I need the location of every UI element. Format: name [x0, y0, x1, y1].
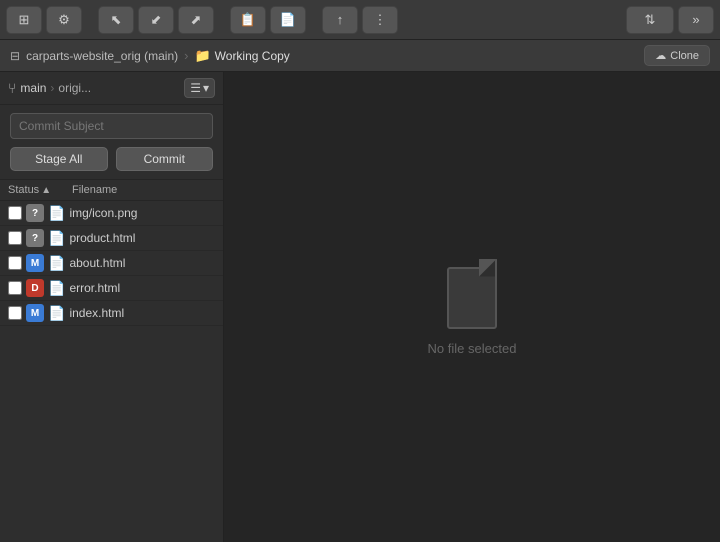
toolbar-vcs-group: ⬉ ⬋ ⬈	[98, 6, 214, 34]
fetch-icon: ⬉	[111, 12, 122, 28]
branch-dropdown-icon: ▾	[203, 81, 209, 95]
file-checkbox[interactable]	[8, 281, 22, 295]
settings-icon: ⊞	[19, 12, 30, 28]
left-panel: ⑂ main › origi... ☰ ▾ Stage All Commit S…	[0, 72, 224, 542]
commit-area: Stage All Commit	[0, 105, 223, 180]
file-placeholder-icon	[442, 259, 502, 329]
status-badge: D	[26, 279, 44, 297]
status-badge: ?	[26, 229, 44, 247]
tools-button[interactable]: ⚙	[46, 6, 82, 34]
file-checkbox[interactable]	[8, 206, 22, 220]
file-checkbox[interactable]	[8, 256, 22, 270]
branch-menu-button[interactable]: ☰ ▾	[184, 78, 215, 98]
fetch-button[interactable]: ⬉	[98, 6, 134, 34]
file-name: product.html	[69, 231, 135, 245]
file-type-icon: 📄	[48, 305, 65, 322]
pull-icon: ⬋	[151, 12, 162, 28]
commit-button[interactable]: Commit	[116, 147, 214, 171]
unstage-icon: 📄	[280, 12, 296, 28]
repo-breadcrumb[interactable]: carparts-website_orig (main)	[26, 49, 178, 63]
commit-action-button[interactable]: ↑	[322, 6, 358, 34]
folder-icon: 📁	[194, 48, 210, 64]
branch-icon: ⑂	[8, 80, 16, 96]
file-type-icon: 📄	[48, 280, 65, 297]
toolbar-commit-group: ↑ ⋮	[322, 6, 398, 34]
sort-arrow-icon: ▲	[41, 185, 51, 196]
status-badge: M	[26, 254, 44, 272]
working-copy-breadcrumb[interactable]: 📁 Working Copy	[194, 48, 289, 64]
file-checkbox[interactable]	[8, 231, 22, 245]
file-name: error.html	[69, 281, 120, 295]
branch-bar: ⑂ main › origi... ☰ ▾	[0, 72, 223, 105]
file-name: img/icon.png	[69, 206, 137, 220]
breadcrumb-separator: ›	[184, 48, 188, 63]
status-badge: M	[26, 304, 44, 322]
tools-icon: ⚙	[58, 12, 70, 28]
file-type-icon: 📄	[48, 255, 65, 272]
pull-button[interactable]: ⬋	[138, 6, 174, 34]
cloud-icon: ☁	[655, 49, 666, 62]
no-file-selected-state: No file selected	[428, 259, 517, 356]
toolbar-left-group: ⊞ ⚙	[6, 6, 82, 34]
stage-button[interactable]: 📋	[230, 6, 266, 34]
no-file-label: No file selected	[428, 341, 517, 356]
branch-name[interactable]: main	[20, 81, 46, 95]
unstage-button[interactable]: 📄	[270, 6, 306, 34]
more-button[interactable]: ⋮	[362, 6, 398, 34]
sort-icon: ⇅	[645, 12, 656, 28]
toolbar-stage-group: 📋 📄	[230, 6, 306, 34]
sort-button[interactable]: ⇅	[626, 6, 674, 34]
file-table: Status ▲ Filename ? 📄 img/icon.png ? 📄 p…	[0, 180, 223, 542]
branch-separator: ›	[50, 81, 54, 95]
settings-button[interactable]: ⊞	[6, 6, 42, 34]
file-type-icon: 📄	[48, 230, 65, 247]
branch-origin: origi...	[58, 81, 91, 95]
table-row[interactable]: ? 📄 product.html	[0, 226, 223, 251]
filename-column-header: Filename	[72, 184, 117, 196]
status-badge: ?	[26, 204, 44, 222]
file-name: about.html	[69, 256, 125, 270]
table-row[interactable]: M 📄 index.html	[0, 301, 223, 326]
status-column-header[interactable]: Status ▲	[8, 184, 68, 196]
file-type-icon: 📄	[48, 205, 65, 222]
repo-icon: ⊟	[10, 49, 20, 63]
toolbar: ⊞ ⚙ ⬉ ⬋ ⬈ 📋 📄 ↑ ⋮	[0, 0, 720, 40]
table-row[interactable]: ? 📄 img/icon.png	[0, 201, 223, 226]
file-name: index.html	[69, 306, 124, 320]
more-icon: ⋮	[374, 12, 387, 28]
overflow-button[interactable]: »	[678, 6, 714, 34]
file-checkbox[interactable]	[8, 306, 22, 320]
table-row[interactable]: M 📄 about.html	[0, 251, 223, 276]
commit-subject-input[interactable]	[10, 113, 213, 139]
overflow-icon: »	[692, 12, 699, 27]
push-icon: ⬈	[191, 12, 202, 28]
file-table-header: Status ▲ Filename	[0, 180, 223, 201]
table-row[interactable]: D 📄 error.html	[0, 276, 223, 301]
file-rows-container: ? 📄 img/icon.png ? 📄 product.html M 📄 ab…	[0, 201, 223, 326]
branch-menu-icon: ☰	[190, 81, 201, 95]
breadcrumb-bar: ⊟ carparts-website_orig (main) › 📁 Worki…	[0, 40, 720, 72]
right-panel: No file selected	[224, 72, 720, 542]
stage-all-button[interactable]: Stage All	[10, 147, 108, 171]
stage-icon: 📋	[240, 12, 256, 28]
commit-buttons: Stage All Commit	[10, 147, 213, 171]
clone-button[interactable]: ☁ Clone	[644, 45, 710, 66]
push-button[interactable]: ⬈	[178, 6, 214, 34]
commit-action-icon: ↑	[337, 12, 344, 27]
toolbar-right-group: ⇅ »	[626, 6, 714, 34]
main-layout: ⑂ main › origi... ☰ ▾ Stage All Commit S…	[0, 72, 720, 542]
